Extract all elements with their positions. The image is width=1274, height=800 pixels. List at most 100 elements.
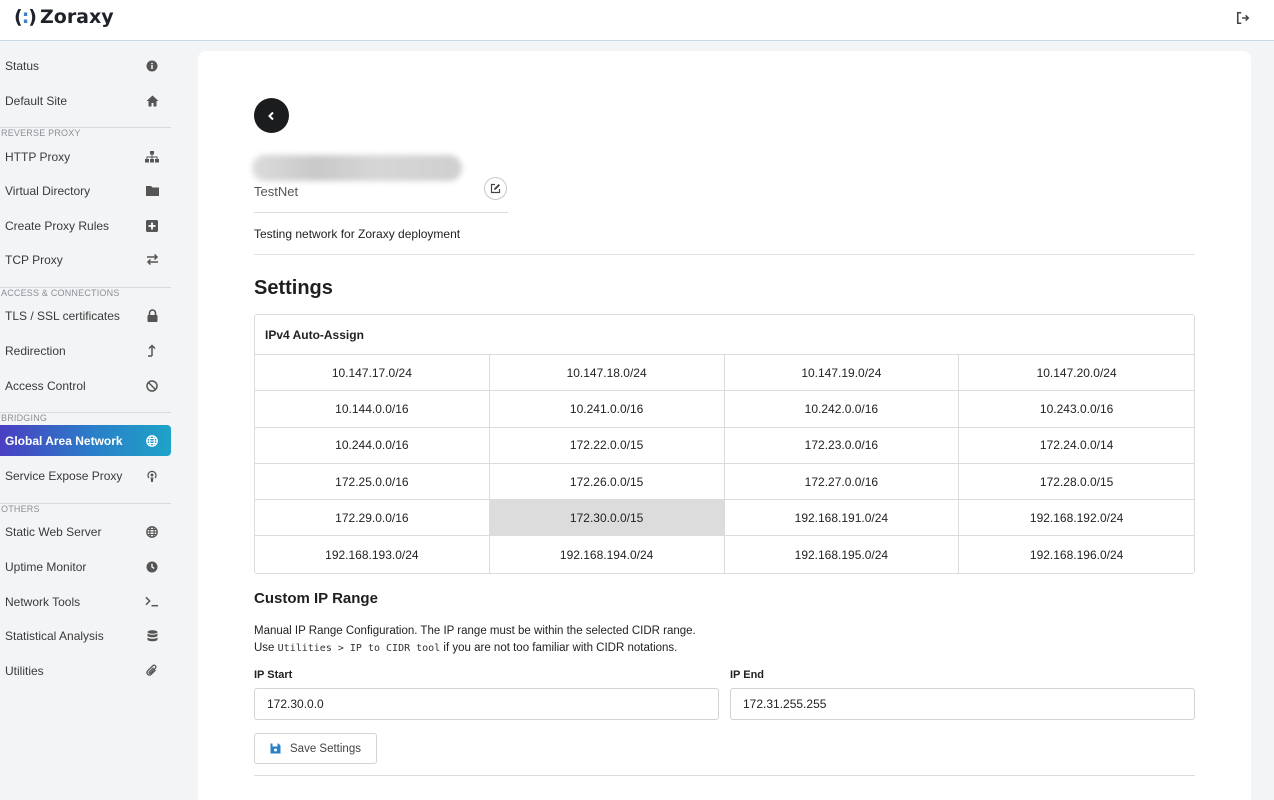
sidebar-item-statistical-analysis[interactable]: Statistical Analysis xyxy=(0,620,171,651)
cidr-option[interactable]: 10.147.19.0/24 xyxy=(724,355,960,392)
cidr-option[interactable]: 172.26.0.0/15 xyxy=(489,463,725,501)
cidr-option[interactable]: 172.28.0.0/15 xyxy=(959,464,1194,501)
exchange-icon xyxy=(145,253,159,267)
sidebar-item-label: Virtual Directory xyxy=(5,183,91,198)
cidr-grid: 10.147.17.0/24 10.147.18.0/24 10.147.19.0/… xyxy=(255,355,1194,573)
database-icon xyxy=(145,629,159,643)
cidr-option[interactable]: 10.241.0.0/16 xyxy=(489,391,725,428)
cidr-option[interactable]: 192.168.196.0/24 xyxy=(959,536,1194,572)
cidr-option[interactable]: 172.29.0.0/16 xyxy=(255,500,490,537)
sidebar-item-global-area-network[interactable]: Global Area Network xyxy=(0,425,171,456)
cidr-option[interactable]: 172.25.0.0/16 xyxy=(255,463,490,501)
podcast-icon xyxy=(145,469,159,483)
sidebar-item-label: Status xyxy=(5,58,40,73)
sidebar-item-label: Global Area Network xyxy=(5,433,123,448)
cidr-option[interactable]: 10.242.0.0/16 xyxy=(724,391,960,428)
lock-icon xyxy=(145,309,159,323)
description-line: Use Utilities > IP to CIDR tool if you a… xyxy=(254,640,696,657)
sign-out-icon[interactable] xyxy=(1236,11,1252,27)
sidebar-item-create-proxy-rules[interactable]: Create Proxy Rules xyxy=(0,210,171,241)
sidebar-item-tls-ssl[interactable]: TLS / SSL certificates xyxy=(0,300,171,331)
description-text: Use xyxy=(254,642,275,654)
sitemap-icon xyxy=(145,150,159,164)
folder-icon xyxy=(145,184,159,198)
ip-start-label: IP Start xyxy=(254,669,293,681)
sidebar-item-label: Uptime Monitor xyxy=(5,559,87,574)
sidebar-item-redirection[interactable]: Redirection xyxy=(0,335,171,366)
terminal-icon xyxy=(145,595,159,609)
ip-start-input[interactable]: 172.30.0.0 xyxy=(254,688,719,720)
ipv4-auto-assign-panel: IPv4 Auto-Assign 10.147.17.0/24 10.147.18… xyxy=(254,314,1195,574)
main-card: TestNet Testing network for Zoraxy deplo… xyxy=(198,51,1251,800)
network-name: TestNet xyxy=(254,184,299,199)
cidr-option[interactable]: 172.30.0.0/15 xyxy=(489,500,725,537)
save-icon xyxy=(270,743,281,754)
edit-icon xyxy=(490,183,501,194)
app-name: Zoraxy xyxy=(39,6,114,28)
sidebar-item-label: Static Web Server xyxy=(5,524,102,539)
description-text: if you are not too familiar with CIDR no… xyxy=(443,642,678,654)
sidebar-item-label: Statistical Analysis xyxy=(5,628,104,643)
paperclip-icon xyxy=(145,664,159,678)
section-label-bridging: BRIDGING xyxy=(1,413,48,423)
cidr-option[interactable]: 192.168.194.0/24 xyxy=(490,536,725,573)
sidebar-item-uptime-monitor[interactable]: Uptime Monitor xyxy=(0,551,171,582)
sidebar-item-static-web-server[interactable]: Static Web Server xyxy=(0,516,171,547)
cidr-option[interactable]: 10.147.20.0/24 xyxy=(959,355,1194,392)
network-description: Testing network for Zoraxy deployment xyxy=(254,227,461,241)
cidr-option[interactable]: 10.243.0.0/16 xyxy=(959,391,1194,428)
cidr-option[interactable]: 192.168.191.0/24 xyxy=(724,500,960,537)
divider xyxy=(254,775,1195,776)
sidebar-item-default-site[interactable]: Default Site xyxy=(0,85,171,116)
sidebar-item-label: Network Tools xyxy=(5,594,81,609)
cidr-option[interactable]: 172.22.0.0/15 xyxy=(489,427,725,464)
cidr-option[interactable]: 172.23.0.0/16 xyxy=(724,427,960,464)
description-line: Manual IP Range Configuration. The IP ra… xyxy=(254,625,696,637)
sidebar-item-label: Service Expose Proxy xyxy=(5,468,123,483)
sidebar-item-label: Utilities xyxy=(5,663,44,678)
sidebar-item-access-control[interactable]: Access Control xyxy=(0,370,171,401)
network-id-redacted xyxy=(252,155,462,181)
sidebar-item-virtual-directory[interactable]: Virtual Directory xyxy=(0,175,171,206)
cidr-option[interactable]: 192.168.193.0/24 xyxy=(255,536,490,573)
sidebar-item-status[interactable]: Status xyxy=(0,50,171,81)
sidebar-item-tcp-proxy[interactable]: TCP Proxy xyxy=(0,244,171,275)
sidebar-item-label: TCP Proxy xyxy=(5,252,63,267)
ip-end-input[interactable]: 172.31.255.255 xyxy=(730,688,1195,720)
app-logo[interactable]: (:) Zoraxy xyxy=(14,6,114,28)
globe-icon xyxy=(145,525,159,539)
save-settings-label: Save Settings xyxy=(290,742,361,755)
home-icon xyxy=(145,94,159,108)
clock-icon xyxy=(145,560,159,574)
sidebar-item-label: TLS / SSL certificates xyxy=(5,308,120,323)
edit-network-button[interactable] xyxy=(484,177,507,200)
info-circle-icon xyxy=(145,59,159,73)
divider xyxy=(254,254,1195,255)
cidr-option[interactable]: 192.168.195.0/24 xyxy=(725,536,960,573)
section-label-others: OTHERS xyxy=(1,504,40,514)
cidr-option[interactable]: 172.24.0.0/14 xyxy=(959,428,1194,464)
sidebar-item-utilities[interactable]: Utilities xyxy=(0,655,171,686)
cidr-option[interactable]: 10.147.17.0/24 xyxy=(255,355,490,392)
sidebar: Status Default Site REVERSE PROXY HTTP P… xyxy=(0,41,178,800)
custom-ip-range-heading: Custom IP Range xyxy=(254,590,378,607)
sidebar-item-http-proxy[interactable]: HTTP Proxy xyxy=(0,141,171,172)
custom-ip-range-description: Manual IP Range Configuration. The IP ra… xyxy=(254,623,696,657)
section-label-reverse-proxy: REVERSE PROXY xyxy=(1,128,81,138)
sidebar-item-network-tools[interactable]: Network Tools xyxy=(0,586,171,617)
ban-icon xyxy=(145,379,159,393)
level-up-icon xyxy=(145,344,159,358)
cidr-option[interactable]: 10.144.0.0/16 xyxy=(255,391,490,428)
save-settings-button[interactable]: Save Settings xyxy=(254,733,377,764)
logo-mark: (:) xyxy=(14,6,37,28)
cidr-option[interactable]: 172.27.0.0/16 xyxy=(724,463,960,501)
sidebar-item-service-expose-proxy[interactable]: Service Expose Proxy xyxy=(0,460,171,491)
divider xyxy=(254,212,508,213)
cidr-option[interactable]: 10.244.0.0/16 xyxy=(255,427,490,464)
back-button[interactable] xyxy=(254,98,289,133)
globe-icon xyxy=(145,434,159,448)
settings-heading: Settings xyxy=(254,277,333,299)
plus-square-icon xyxy=(145,219,159,233)
cidr-option[interactable]: 10.147.18.0/24 xyxy=(489,355,725,392)
cidr-option[interactable]: 192.168.192.0/24 xyxy=(959,500,1194,537)
